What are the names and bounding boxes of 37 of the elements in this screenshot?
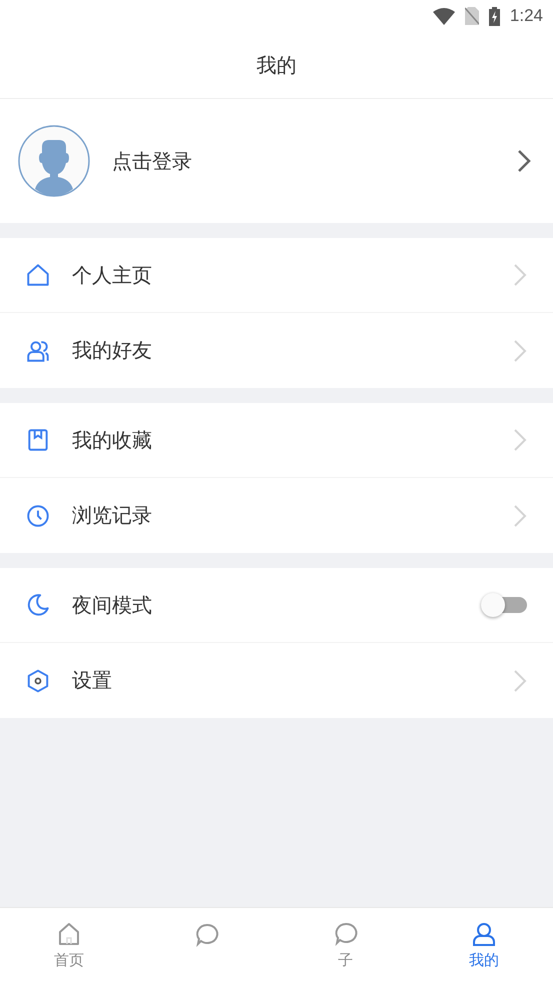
menu-item[interactable]: 浏览记录	[0, 478, 553, 553]
toggle-switch[interactable]	[481, 593, 527, 617]
menu-item[interactable]: 我的收藏	[0, 403, 553, 478]
menu-item[interactable]: 夜间模式	[0, 568, 553, 643]
login-label: 点击登录	[112, 148, 193, 174]
clock-time: 1:24	[510, 6, 543, 26]
tab[interactable]: 我的	[414, 908, 553, 983]
moon-icon	[25, 592, 51, 618]
chat-bubble-icon	[194, 922, 220, 948]
wifi-icon	[432, 8, 455, 24]
clock-icon	[25, 502, 51, 528]
menu-label: 夜间模式	[72, 592, 153, 618]
menu-label: 我的收藏	[72, 426, 153, 454]
no-sim-icon	[464, 7, 479, 25]
person-icon	[470, 921, 497, 947]
tab[interactable]: 子	[276, 908, 415, 983]
chat-bubble-icon	[332, 921, 359, 947]
menu-item[interactable]: 个人主页	[0, 238, 553, 313]
chevron-right-icon	[513, 504, 527, 528]
battery-charging-icon	[488, 6, 500, 26]
avatar-icon	[18, 125, 90, 197]
menu-item[interactable]: 我的好友	[0, 313, 553, 388]
chevron-right-icon	[513, 263, 527, 287]
menu-label: 我的好友	[72, 337, 153, 364]
chevron-right-icon	[513, 668, 527, 692]
menu-label: 个人主页	[72, 262, 153, 288]
login-row[interactable]: 点击登录	[0, 99, 553, 223]
settings-icon	[25, 668, 51, 694]
menu-item[interactable]: 设置	[0, 643, 553, 718]
tab[interactable]: 首页	[0, 908, 138, 983]
chevron-right-icon	[513, 338, 527, 362]
menu-label: 设置	[72, 667, 113, 694]
page-title: 我的	[256, 52, 296, 78]
home-icon	[25, 262, 51, 288]
menu-label: 浏览记录	[72, 502, 153, 529]
chevron-right-icon	[513, 428, 527, 452]
chevron-right-icon	[517, 149, 531, 173]
